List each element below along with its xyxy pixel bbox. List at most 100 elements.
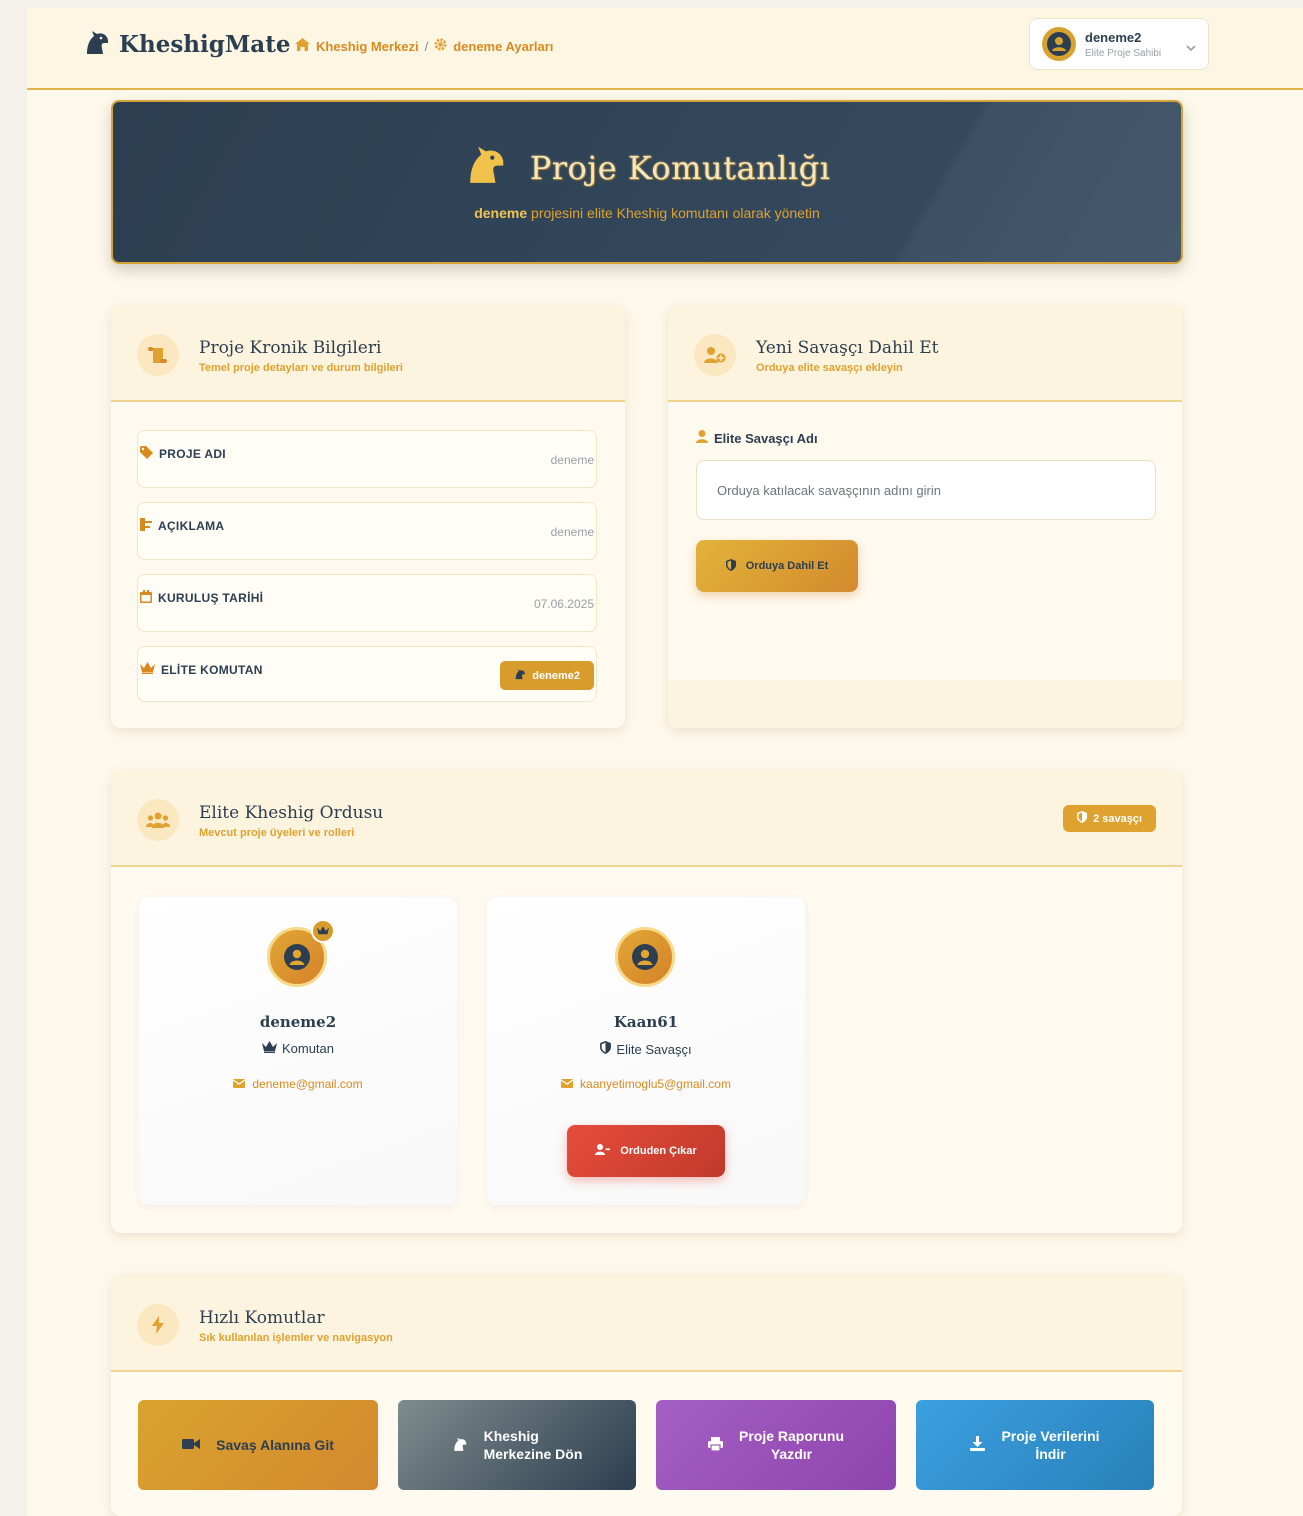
field-label-text: Elite Savaşçı Adı <box>714 430 818 446</box>
remove-member-label: Orduden Çıkar <box>620 1145 697 1157</box>
user-icon <box>1047 32 1071 56</box>
info-value: 07.06.2025 <box>533 597 594 611</box>
hero-title: Proje Komutanlığı <box>529 149 831 187</box>
commander-name: deneme2 <box>532 669 580 682</box>
page: KheshigMate Kheshig Merkezi / deneme Aya… <box>27 8 1303 1516</box>
home-icon <box>295 38 310 54</box>
info-label: KURULUŞ TARİHİ <box>158 591 264 605</box>
brand-logo[interactable]: KheshigMate <box>83 28 290 61</box>
field-label: Elite Savaşçı Adı <box>696 430 818 446</box>
print-report-button[interactable]: Proje Raporunu Yazdır <box>656 1400 896 1490</box>
user-avatar <box>1042 27 1076 61</box>
align-left-icon <box>140 518 152 534</box>
label-line-1: Proje Verilerini <box>1001 1428 1100 1444</box>
bolt-icon <box>137 1304 179 1346</box>
member-email-text[interactable]: deneme@gmail.com <box>252 1077 362 1091</box>
member-email-text[interactable]: kaanyetimoglu5@gmail.com <box>580 1077 731 1091</box>
top-navbar: KheshigMate Kheshig Merkezi / deneme Aya… <box>27 8 1303 90</box>
info-value: deneme <box>550 525 594 539</box>
print-icon <box>707 1436 723 1454</box>
card-header: Hızlı Komutlar Sık kullanılan işlemler v… <box>111 1276 1182 1372</box>
breadcrumb-current: deneme Ayarları <box>453 38 554 54</box>
card-title: Yeni Savaşçı Dahil Et <box>756 338 939 358</box>
shield-icon <box>725 558 736 574</box>
go-to-battlefield-button[interactable]: Savaş Alanına Git <box>138 1400 378 1490</box>
horse-icon <box>514 668 526 683</box>
download-icon <box>970 1436 986 1454</box>
card-header: Proje Kronik Bilgileri Temel proje detay… <box>111 306 625 402</box>
brand-name: KheshigMate <box>119 31 291 58</box>
label-line-2: Merkezine Dön <box>483 1446 583 1462</box>
card-header: Elite Kheshig Ordusu Mevcut proje üyeler… <box>111 771 1182 867</box>
info-row-project-name: PROJE ADI deneme <box>137 430 597 488</box>
label-line-2: Yazdır <box>770 1446 813 1462</box>
shield-icon <box>600 1041 612 1057</box>
remove-member-button[interactable]: Orduden Çıkar <box>567 1125 725 1177</box>
card-subtitle: Temel proje detayları ve durum bilgileri <box>199 362 403 374</box>
label-line-1: Proje Raporunu <box>738 1428 844 1444</box>
quick-button-label: Proje Verilerini İndir <box>1001 1427 1099 1463</box>
download-data-button[interactable]: Proje Verilerini İndir <box>916 1400 1154 1490</box>
member-name: Kaan61 <box>613 1013 679 1031</box>
label-line-2: İndir <box>1035 1446 1066 1462</box>
member-count-badge: 2 savaşçı <box>1063 805 1156 832</box>
info-label: AÇIKLAMA <box>158 519 225 533</box>
project-info-card: Proje Kronik Bilgileri Temel proje detay… <box>111 306 625 728</box>
user-circle-icon <box>632 944 658 970</box>
member-role: Elite Savaşçı <box>487 1041 805 1057</box>
user-icon <box>696 430 708 446</box>
calendar-icon <box>140 590 152 606</box>
info-label: PROJE ADI <box>159 447 226 461</box>
tag-icon <box>140 446 153 462</box>
member-role: Komutan <box>139 1041 457 1056</box>
card-title: Elite Kheshig Ordusu <box>199 803 384 823</box>
horse-icon <box>452 1436 468 1455</box>
crown-icon <box>261 1041 277 1056</box>
horse-logo-icon <box>83 28 111 61</box>
hero-subtitle: deneme projesini elite Kheshig komutanı … <box>113 205 1181 221</box>
user-role: Elite Proje Sahibi <box>1085 47 1162 59</box>
members-card: Elite Kheshig Ordusu Mevcut proje üyeler… <box>111 771 1182 1233</box>
commander-crown-badge <box>311 919 335 943</box>
gear-icon <box>434 38 447 54</box>
user-minus-icon <box>595 1144 611 1158</box>
user-plus-icon <box>694 334 736 376</box>
crown-icon <box>317 926 329 935</box>
user-menu[interactable]: deneme2 Elite Proje Sahibi <box>1029 18 1209 70</box>
card-subtitle: Sık kullanılan işlemler ve navigasyon <box>199 1332 393 1344</box>
warrior-name-input[interactable] <box>696 460 1156 520</box>
add-member-card: Yeni Savaşçı Dahil Et Orduya elite savaş… <box>668 306 1182 728</box>
user-name: deneme2 <box>1085 29 1142 45</box>
breadcrumb: Kheshig Merkezi / deneme Ayarları <box>295 38 553 54</box>
member-avatar <box>615 927 675 987</box>
horse-icon <box>464 142 508 194</box>
back-to-center-button[interactable]: Kheshig Merkezine Dön <box>398 1400 636 1490</box>
card-title: Proje Kronik Bilgileri <box>199 338 382 358</box>
add-member-button-label: Orduya Dahil Et <box>745 560 829 572</box>
info-value: deneme <box>550 453 594 467</box>
quick-button-label: Kheshig Merkezine Dön <box>484 1427 583 1463</box>
envelope-icon <box>560 1077 574 1091</box>
hero-banner: Proje Komutanlığı deneme projesini elite… <box>111 100 1183 264</box>
user-circle-icon <box>284 944 310 970</box>
quick-commands-card: Hızlı Komutlar Sık kullanılan işlemler v… <box>111 1276 1182 1516</box>
card-header: Yeni Savaşçı Dahil Et Orduya elite savaş… <box>668 306 1182 402</box>
add-member-button[interactable]: Orduya Dahil Et <box>696 540 858 592</box>
member-role-text: Komutan <box>281 1041 335 1056</box>
breadcrumb-home-link[interactable]: Kheshig Merkezi <box>316 39 419 54</box>
chevron-down-icon <box>1186 39 1196 57</box>
member-count-text: 2 savaşçı <box>1093 812 1142 825</box>
quick-button-label: Savaş Alanına Git <box>216 1437 334 1453</box>
info-row-description: AÇIKLAMA deneme <box>137 502 597 560</box>
envelope-icon <box>233 1077 246 1091</box>
member-card: deneme2 Komutan deneme@gmail.com <box>139 897 457 1205</box>
hero-project-name: deneme <box>474 205 528 221</box>
users-icon <box>137 799 179 841</box>
card-footer <box>668 680 1182 728</box>
shield-icon <box>1077 811 1088 826</box>
member-email: deneme@gmail.com <box>139 1077 457 1091</box>
video-camera-icon <box>182 1437 201 1453</box>
card-subtitle: Mevcut proje üyeleri ve rolleri <box>199 827 355 839</box>
info-label: ELİTE KOMUTAN <box>161 662 263 677</box>
card-subtitle: Orduya elite savaşçı ekleyin <box>756 362 903 374</box>
